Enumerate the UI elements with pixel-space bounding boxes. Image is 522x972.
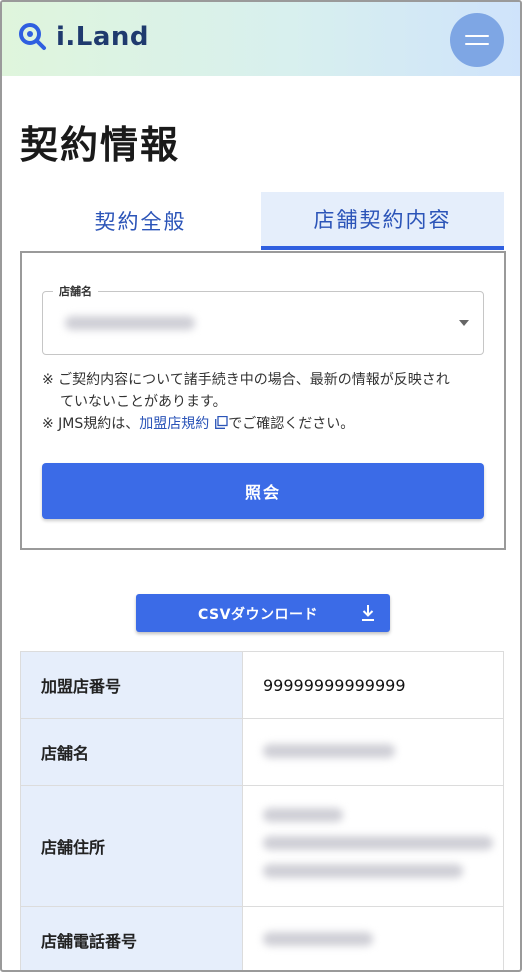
page-title: 契約情報 bbox=[20, 123, 181, 167]
menu-button[interactable] bbox=[450, 13, 504, 67]
hamburger-menu-icon bbox=[465, 29, 489, 51]
tab-store-contract-details[interactable]: 店舗契約内容 bbox=[261, 192, 504, 250]
store-name-select[interactable]: 店舗名 bbox=[42, 283, 484, 355]
table-header-cell: 店舗電話番号 bbox=[20, 906, 243, 970]
store-name-field-label: 店舗名 bbox=[53, 283, 98, 299]
store-address-value bbox=[242, 785, 504, 907]
store-phone-value bbox=[242, 906, 504, 970]
chevron-down-icon bbox=[459, 320, 469, 326]
download-icon bbox=[362, 605, 374, 621]
csv-download-button[interactable]: CSVダウンロード bbox=[136, 594, 390, 632]
csv-download-label: CSVダウンロード bbox=[198, 607, 318, 623]
store-phone-redacted bbox=[263, 932, 373, 946]
store-address-redacted-line-2 bbox=[263, 836, 493, 850]
external-window-icon[interactable] bbox=[215, 416, 228, 429]
app-header: i.Land bbox=[2, 2, 520, 76]
logo[interactable]: i.Land bbox=[18, 22, 149, 52]
inquiry-button[interactable]: 照会 bbox=[42, 463, 484, 519]
search-magnifier-logo-icon bbox=[19, 23, 46, 50]
store-query-panel: 店舗名 ※ ご契約内容について諸手続き中の場合、最新の情報が反映され ていないこ… bbox=[20, 251, 506, 550]
store-name-redacted bbox=[263, 744, 395, 758]
notice-text: ※ ご契約内容について諸手続き中の場合、最新の情報が反映され ていないことがあり… bbox=[42, 369, 488, 435]
member-store-terms-link[interactable]: 加盟店規約 bbox=[139, 416, 209, 432]
store-name-redacted-value bbox=[65, 316, 195, 330]
table-row: 店舗住所 bbox=[20, 785, 504, 907]
table-header-cell: 店舗名 bbox=[20, 718, 243, 786]
store-address-redacted-line-3 bbox=[263, 864, 463, 878]
store-name-value bbox=[242, 718, 504, 786]
store-address-redacted-line-1 bbox=[263, 808, 343, 822]
app-frame: i.Land 契約情報 契約全般 店舗契約内容 店舗名 ※ ご契約内容について諸… bbox=[0, 0, 522, 972]
table-row: 加盟店番号 99999999999999 bbox=[20, 651, 504, 719]
note-line-1: ※ ご契約内容について諸手続き中の場合、最新の情報が反映され bbox=[42, 372, 450, 388]
note-line-1-continued: ていないことがあります。 bbox=[60, 394, 227, 410]
table-row: 店舗電話番号 bbox=[20, 906, 504, 970]
table-row: 店舗名 bbox=[20, 718, 504, 786]
store-info-table: 加盟店番号 99999999999999 店舗名 店舗住所 店舗電話番号 bbox=[20, 651, 504, 970]
note-line-2: ※ JMS規約は、加盟店規約 でご確認ください。 bbox=[42, 413, 488, 435]
note-line-2-suffix: でご確認ください。 bbox=[228, 416, 355, 432]
table-header-cell: 店舗住所 bbox=[20, 785, 243, 907]
table-header-cell: 加盟店番号 bbox=[20, 651, 243, 719]
logo-text: i.Land bbox=[56, 22, 150, 52]
note-line-2-prefix: ※ JMS規約は、 bbox=[42, 416, 140, 432]
tab-contract-general[interactable]: 契約全般 bbox=[20, 192, 261, 250]
merchant-number-value: 99999999999999 bbox=[242, 651, 504, 719]
